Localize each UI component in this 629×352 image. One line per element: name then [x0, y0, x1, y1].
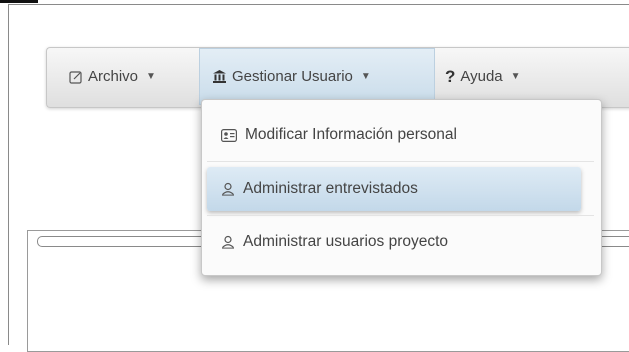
menu-item-label: Administrar entrevistados: [243, 180, 418, 197]
menu-archivo-label: Archivo: [88, 68, 139, 85]
menu-archivo[interactable]: Archivo ▼: [69, 48, 156, 105]
menu-item-modificar-informacion[interactable]: Modificar Información personal: [207, 113, 580, 157]
menu-ayuda-label: Ayuda: [460, 68, 503, 85]
header-stub-text: g: [0, 0, 8, 2]
user-icon: [221, 235, 235, 249]
menu-item-administrar-usuarios-proyecto[interactable]: Administrar usuarios proyecto: [207, 220, 580, 264]
divider: [207, 215, 594, 216]
chevron-down-icon: ▼: [360, 71, 371, 82]
menu-item-label: Modificar Información personal: [245, 126, 457, 143]
menu-ayuda[interactable]: ? Ayuda ▼: [445, 48, 521, 105]
chevron-down-icon: ▼: [146, 71, 156, 82]
id-card-icon: [221, 128, 237, 142]
user-icon: [221, 182, 235, 196]
institution-icon: [212, 69, 227, 84]
gestionar-usuario-dropdown: Modificar Información personal Administr…: [201, 99, 602, 276]
menu-gestionar-label: Gestionar Usuario: [232, 68, 353, 85]
chevron-down-icon: ▼: [510, 71, 521, 82]
menu-item-label: Administrar usuarios proyecto: [243, 233, 449, 250]
edit-icon: [69, 70, 83, 84]
header-stub: g: [0, 0, 38, 3]
divider: [207, 161, 594, 162]
question-icon: ?: [445, 66, 456, 86]
menu-gestionar-usuario[interactable]: Gestionar Usuario ▼: [199, 48, 435, 105]
menu-item-administrar-entrevistados[interactable]: Administrar entrevistados: [207, 167, 581, 211]
